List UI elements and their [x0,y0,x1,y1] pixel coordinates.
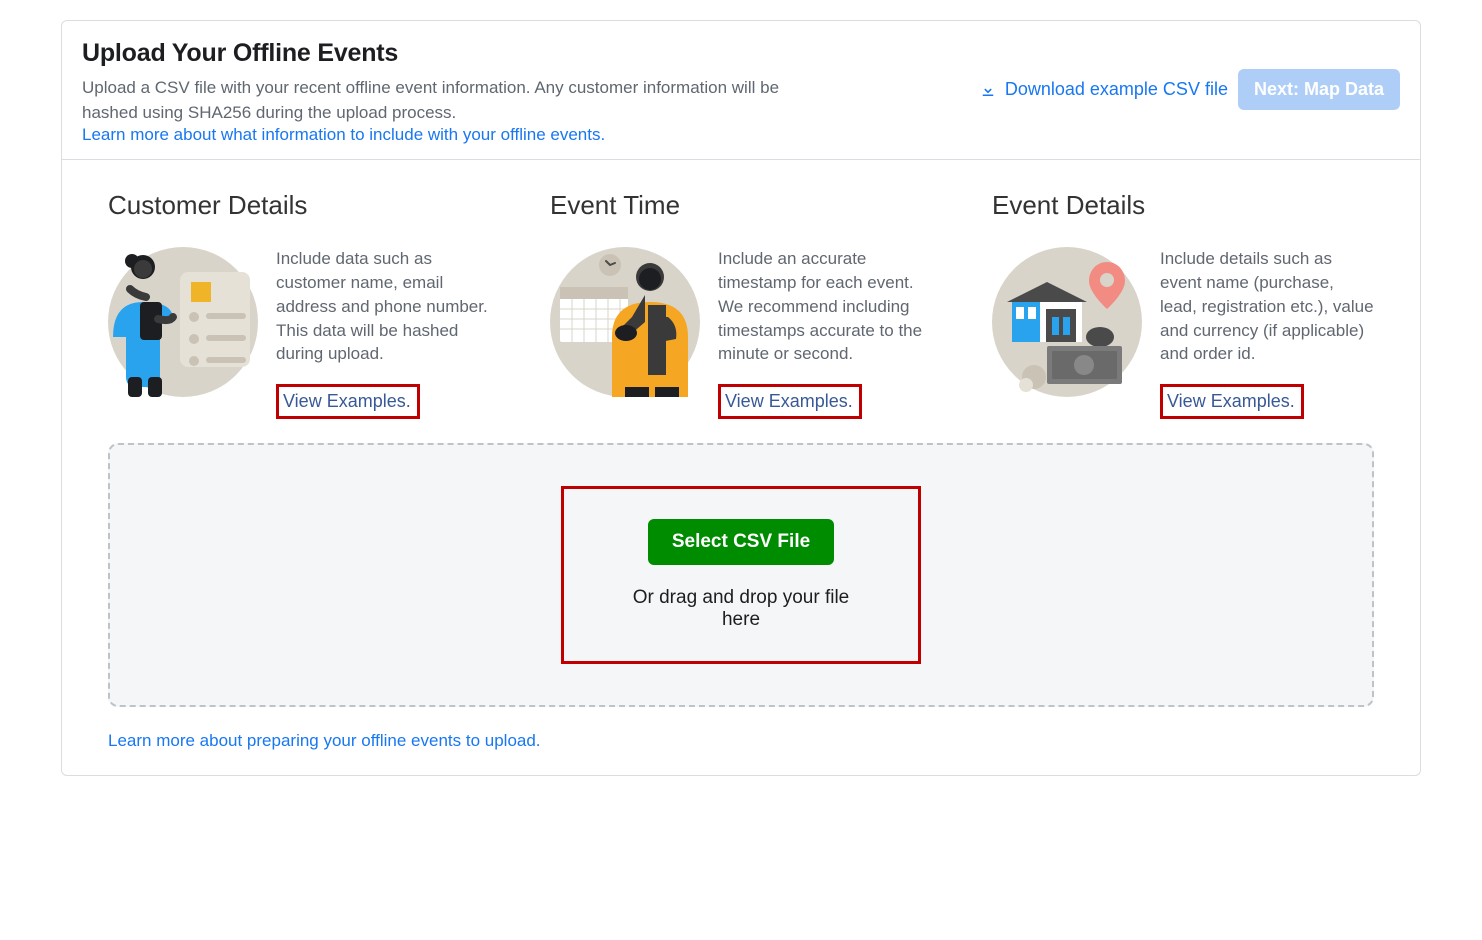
learn-more-link[interactable]: Learn more about what information to inc… [82,125,605,145]
event-details-illustration [992,247,1142,397]
header-left: Upload Your Offline Events Upload a CSV … [82,39,832,145]
column-content: Include data such as customer name, emai… [108,247,490,419]
column-content: Include an accurate timestamp for each e… [550,247,932,419]
highlight-box: View Examples. [718,384,862,419]
next-map-data-button[interactable]: Next: Map Data [1238,69,1400,110]
event-time-illustration [550,247,700,397]
view-examples-link[interactable]: View Examples. [725,391,853,411]
highlight-box: View Examples. [1160,384,1304,419]
learn-more-preparing-link[interactable]: Learn more about preparing your offline … [108,731,541,750]
view-examples-link[interactable]: View Examples. [283,391,411,411]
info-columns: Customer Details [108,190,1374,419]
download-example-link[interactable]: Download example CSV file [979,79,1228,100]
column-event-time: Event Time [550,190,932,419]
drag-drop-text: Or drag and drop your file here [614,587,868,631]
select-csv-button[interactable]: Select CSV File [648,519,834,565]
page-subtitle: Upload a CSV file with your recent offli… [82,76,832,125]
column-title: Customer Details [108,190,490,221]
view-examples-link[interactable]: View Examples. [1167,391,1295,411]
customer-illustration [108,247,258,397]
panel-body: Customer Details [62,160,1420,775]
highlight-box: Select CSV File Or drag and drop your fi… [561,486,921,664]
page-title: Upload Your Offline Events [82,39,832,68]
download-icon [979,81,997,99]
file-dropzone[interactable]: Select CSV File Or drag and drop your fi… [108,443,1374,707]
column-text: Include data such as customer name, emai… [276,247,490,419]
column-event-details: Event Details [992,190,1374,419]
column-title: Event Details [992,190,1374,221]
column-description: Include data such as customer name, emai… [276,247,490,366]
panel-header: Upload Your Offline Events Upload a CSV … [62,21,1420,160]
download-example-label: Download example CSV file [1005,79,1228,100]
upload-offline-events-panel: Upload Your Offline Events Upload a CSV … [61,20,1421,776]
column-customer-details: Customer Details [108,190,490,419]
column-text: Include details such as event name (purc… [1160,247,1374,419]
column-description: Include details such as event name (purc… [1160,247,1374,366]
highlight-box: View Examples. [276,384,420,419]
column-text: Include an accurate timestamp for each e… [718,247,932,419]
column-title: Event Time [550,190,932,221]
column-content: Include details such as event name (purc… [992,247,1374,419]
header-right: Download example CSV file Next: Map Data [979,69,1400,110]
column-description: Include an accurate timestamp for each e… [718,247,932,366]
